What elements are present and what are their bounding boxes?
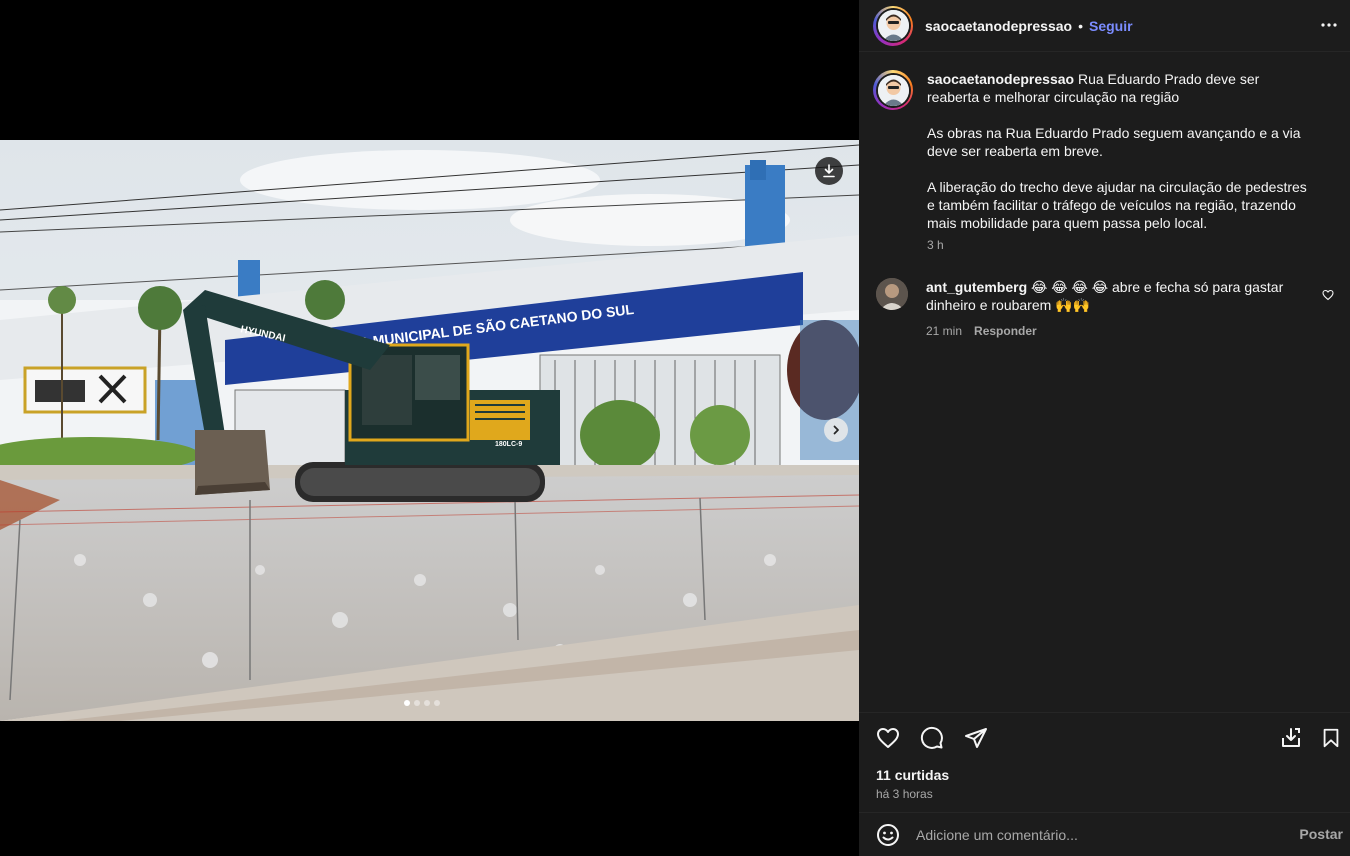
- author-username[interactable]: saocaetanodepressao: [925, 18, 1072, 34]
- post-caption: saocaetanodepressao Rua Eduardo Prado de…: [873, 70, 1343, 254]
- caption-username[interactable]: saocaetanodepressao: [927, 71, 1074, 87]
- author-avatar[interactable]: [873, 5, 913, 46]
- excavator-model-text: 180LC-9: [495, 441, 522, 448]
- follow-button[interactable]: Seguir: [1089, 18, 1133, 34]
- post-photo[interactable]: URA MUNICIPAL DE SÃO CAETANO DO SUL HYUN…: [0, 140, 859, 721]
- carousel-dot: [404, 700, 410, 706]
- post-header: saocaetanodepressao • Seguir: [859, 0, 1350, 52]
- bookmark-icon: [1323, 728, 1339, 748]
- download-icon: [823, 164, 835, 178]
- carousel-next-button[interactable]: [824, 418, 848, 442]
- heart-icon: [1322, 289, 1334, 301]
- save-to-collection-icon: [1282, 728, 1300, 747]
- comment-item: ant_gutemberg 😂 😂 😂 😂 abre e fecha só pa…: [876, 278, 1346, 340]
- media-viewer: URA MUNICIPAL DE SÃO CAETANO DO SUL HYUN…: [0, 0, 859, 856]
- heart-icon: [877, 728, 899, 748]
- separator-dot: •: [1078, 17, 1083, 34]
- emoji-icon: [877, 823, 899, 846]
- like-button[interactable]: [873, 723, 903, 753]
- avatar-frame: [875, 8, 911, 43]
- comment-icon: [920, 726, 943, 749]
- comment-like-button[interactable]: [1322, 288, 1338, 304]
- comment-timestamp: 21 min: [926, 324, 963, 338]
- caption-text: saocaetanodepressao Rua Eduardo Prado de…: [927, 70, 1312, 254]
- comment-input[interactable]: [916, 826, 1286, 843]
- post-actions: 11 curtidas há 3 horas: [859, 712, 1350, 812]
- caption-paragraph: A liberação do trecho deve ajudar na cir…: [927, 179, 1307, 231]
- caption-author-avatar[interactable]: [873, 70, 913, 110]
- comment-button[interactable]: [917, 723, 947, 753]
- likes-count[interactable]: 11 curtidas: [876, 767, 949, 783]
- emoji-button[interactable]: [876, 823, 900, 847]
- caption-timestamp: 3 h: [927, 238, 944, 252]
- avatar-frame: [875, 72, 911, 108]
- carousel-indicator: [404, 700, 440, 706]
- more-options-button[interactable]: [1318, 14, 1340, 36]
- share-icon: [965, 728, 987, 748]
- carousel-dot: [414, 700, 420, 706]
- avatar-image: [877, 74, 909, 106]
- avatar-image: [877, 10, 909, 41]
- post-comment-button[interactable]: Postar: [1299, 826, 1343, 842]
- carousel-dot: [424, 700, 430, 706]
- save-to-collection-button[interactable]: [1276, 723, 1306, 753]
- post-photo-image: URA MUNICIPAL DE SÃO CAETANO DO SUL HYUN…: [0, 140, 859, 721]
- more-icon: [1321, 23, 1337, 27]
- share-button[interactable]: [961, 723, 991, 753]
- comment-body: ant_gutemberg 😂 😂 😂 😂 abre e fecha só pa…: [926, 278, 1321, 340]
- bookmark-button[interactable]: [1316, 723, 1346, 753]
- post-timestamp: há 3 horas: [876, 787, 933, 801]
- reply-button[interactable]: Responder: [974, 322, 1037, 340]
- carousel-dot: [434, 700, 440, 706]
- commenter-username[interactable]: ant_gutemberg: [926, 279, 1027, 295]
- post-side-panel: saocaetanodepressao • Seguir saocaetanod…: [859, 0, 1350, 856]
- comments-list[interactable]: saocaetanodepressao Rua Eduardo Prado de…: [859, 52, 1350, 712]
- download-button[interactable]: [815, 157, 843, 185]
- commenter-avatar[interactable]: [876, 278, 908, 310]
- add-comment-bar: Postar: [859, 812, 1350, 856]
- caption-paragraph: As obras na Rua Eduardo Prado seguem ava…: [927, 125, 1301, 159]
- chevron-right-icon: [833, 425, 839, 435]
